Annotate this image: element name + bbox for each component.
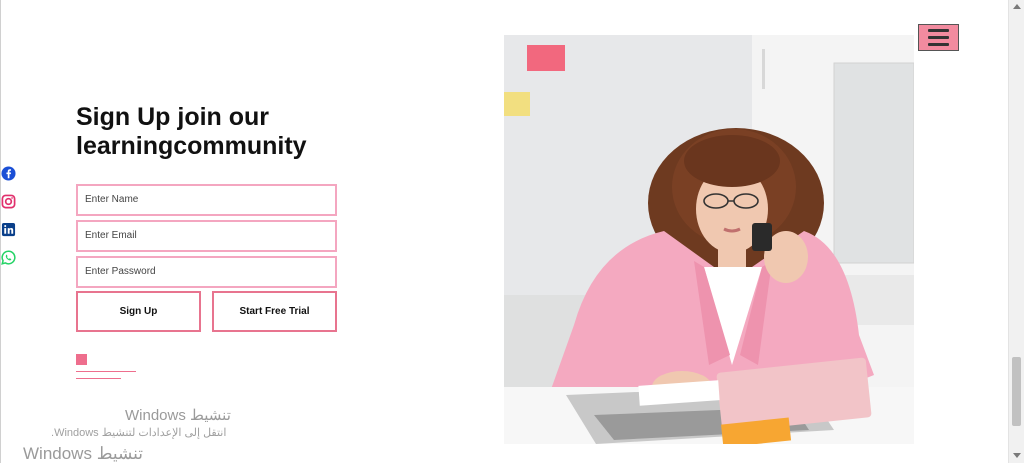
decorative-line [76,371,136,372]
hero-photo [504,35,914,444]
vertical-scrollbar[interactable] [1008,0,1024,463]
signup-title: Sign Up join our learningcommunity [76,103,307,160]
name-field[interactable]: Enter Name [76,184,337,216]
page: Sign Up join our learningcommunity Enter… [0,0,1024,463]
activation-watermark-title-2: تنشيط Windows [23,444,143,463]
hamburger-icon [928,29,949,32]
start-free-trial-button[interactable]: Start Free Trial [212,291,337,332]
email-field[interactable]: Enter Email [76,220,337,252]
hamburger-icon-bar [928,36,949,39]
scroll-up-icon[interactable] [1013,4,1021,9]
linkedin-icon[interactable] [1,222,16,237]
activation-watermark-title: تنشيط Windows [125,407,231,424]
decorative-square [76,354,87,365]
scroll-thumb[interactable] [1012,357,1021,426]
scroll-down-icon[interactable] [1013,453,1021,458]
whatsapp-icon[interactable] [1,250,16,265]
hamburger-menu-button[interactable] [918,24,959,51]
password-field[interactable]: Enter Password [76,256,337,288]
instagram-icon[interactable] [1,194,16,209]
social-links [1,166,16,265]
signup-button[interactable]: Sign Up [76,291,201,332]
facebook-icon[interactable] [1,166,16,181]
decorative-line-short [76,378,121,379]
activation-watermark-text: انتقل إلى الإعدادات لتنشيط Windows. [51,427,227,439]
hamburger-icon-bar [928,43,949,46]
